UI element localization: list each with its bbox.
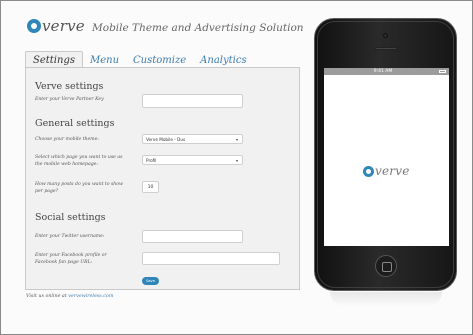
twitter-label: Enter your Twitter username: bbox=[35, 234, 105, 239]
partner-key-input[interactable] bbox=[142, 94, 243, 108]
theme-label: Choose your mobile theme: bbox=[35, 137, 99, 142]
tab-settings[interactable]: Settings bbox=[25, 51, 83, 68]
screen-logo-text: verve bbox=[375, 164, 410, 178]
verve-settings-title: Verve settings bbox=[35, 81, 104, 92]
phone-status-bar: 9:41 AM bbox=[324, 68, 449, 75]
theme-select-value: Verve Mobile - Dus bbox=[146, 136, 186, 142]
visit-footer: Visit us online at vervewireless.com bbox=[26, 294, 113, 299]
phone-mockup: 9:41 AM verve bbox=[314, 18, 457, 291]
tab-customize[interactable]: Customize bbox=[126, 52, 193, 68]
battery-icon bbox=[439, 70, 446, 73]
verve-logo-mark-icon bbox=[363, 165, 374, 177]
homepage-select[interactable]: Profil ▾ bbox=[142, 155, 243, 165]
general-settings-title: General settings bbox=[35, 118, 115, 129]
screen-logo: verve bbox=[363, 164, 410, 178]
settings-panel: Verve settings Enter your Verve Partner … bbox=[25, 67, 300, 290]
chevron-down-icon: ▾ bbox=[235, 158, 238, 163]
posts-per-page-input[interactable]: 10 bbox=[142, 181, 159, 193]
social-settings-title: Social settings bbox=[35, 212, 106, 223]
partner-key-label: Enter your Verve Partner Key bbox=[35, 97, 104, 102]
phone-screen: 9:41 AM verve bbox=[324, 68, 449, 246]
speaker-icon bbox=[375, 47, 397, 50]
logo-text: verve bbox=[42, 17, 85, 35]
verve-logo-mark-icon bbox=[27, 19, 41, 33]
save-button[interactable]: Save bbox=[142, 277, 159, 285]
homepage-label: Select which page you want to use as the… bbox=[35, 155, 123, 167]
facebook-input[interactable] bbox=[142, 252, 280, 265]
visit-text: Visit us online at bbox=[26, 294, 67, 299]
chevron-down-icon: ▾ bbox=[235, 137, 238, 142]
tab-menu[interactable]: Menu bbox=[83, 52, 126, 68]
phone-reflection bbox=[330, 292, 442, 306]
status-time: 9:41 AM bbox=[373, 69, 393, 74]
camera-icon bbox=[383, 33, 388, 38]
twitter-input[interactable] bbox=[142, 230, 243, 243]
facebook-label: Enter your Facebook profile or Facebook … bbox=[35, 253, 107, 265]
theme-select[interactable]: Verve Mobile - Dus ▾ bbox=[142, 134, 243, 144]
posts-per-page-label: How many posts do you want to show per p… bbox=[35, 182, 123, 194]
home-button bbox=[375, 255, 397, 277]
tab-bar: Settings Menu Customize Analytics bbox=[25, 51, 254, 68]
verve-logo: verve bbox=[27, 16, 85, 36]
homepage-select-value: Profil bbox=[146, 157, 157, 163]
visit-link[interactable]: vervewireless.com bbox=[68, 294, 113, 299]
tagline: Mobile Theme and Advertising Solution bbox=[92, 22, 304, 34]
tab-analytics[interactable]: Analytics bbox=[193, 52, 253, 68]
